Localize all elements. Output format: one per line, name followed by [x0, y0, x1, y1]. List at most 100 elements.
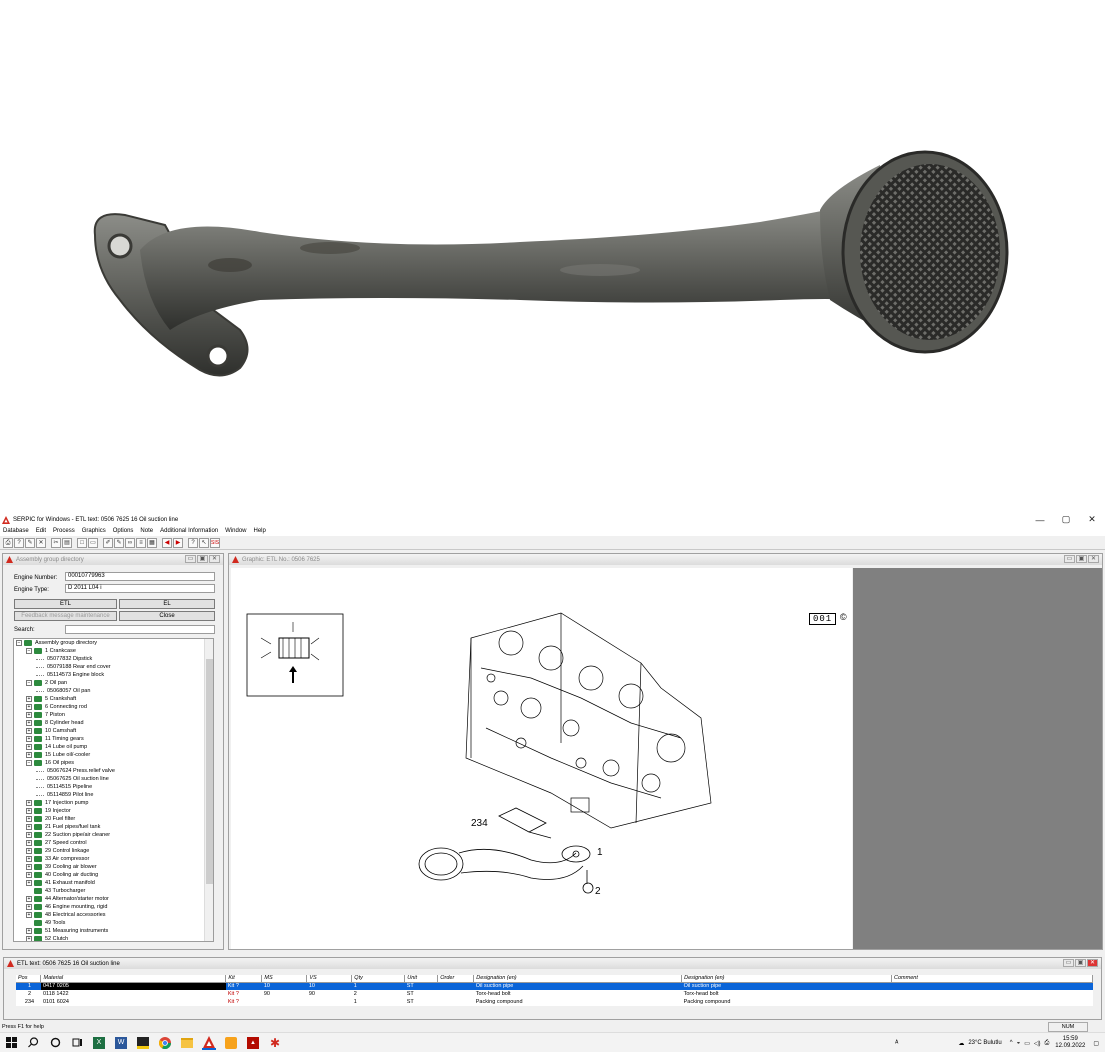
expand-icon[interactable]: +	[26, 936, 32, 941]
chrome-icon[interactable]	[158, 1036, 172, 1050]
tree-item[interactable]: − Assembly group directory	[14, 639, 213, 647]
tree-item[interactable]: − 16 Oil pipes	[14, 759, 213, 767]
menu-additional-information[interactable]: Additional Information	[160, 528, 218, 534]
context-help-icon[interactable]: ↖	[199, 537, 209, 548]
expand-icon[interactable]: +	[26, 816, 32, 822]
menu-window[interactable]: Window	[225, 528, 246, 534]
tree-item[interactable]: − 2 Oil pan	[14, 679, 213, 687]
expand-icon[interactable]: +	[26, 704, 32, 710]
menu-options[interactable]: Options	[113, 528, 134, 534]
expand-icon[interactable]: +	[26, 752, 32, 758]
volume-icon[interactable]: ◁)	[1034, 1040, 1041, 1047]
tree-item[interactable]: 05114573 Engine block	[14, 671, 213, 679]
tree-item[interactable]: +52 Clutch	[14, 935, 213, 941]
etl-button[interactable]: ETL	[14, 599, 117, 609]
pen-workspace-icon[interactable]: ᴬ	[895, 1040, 898, 1047]
minimize-button[interactable]: —	[1027, 513, 1053, 526]
tree-item[interactable]: 05079188 Rear end cover	[14, 663, 213, 671]
cortana-icon[interactable]	[48, 1036, 62, 1050]
panel-minimize-button[interactable]: ▭	[185, 555, 196, 563]
help-icon[interactable]: ?	[188, 537, 198, 548]
tree-item[interactable]: +11 Timing gears	[14, 735, 213, 743]
close-panel-button[interactable]: Close	[119, 611, 215, 621]
table-row[interactable]: 2 0118 1422 Kit ? 90 90 2 ST Torx-head b…	[16, 990, 1093, 998]
tree-item[interactable]: +5 Crankshaft	[14, 695, 213, 703]
expand-icon[interactable]: +	[26, 912, 32, 918]
expand-icon[interactable]: +	[26, 928, 32, 934]
arrow-left-icon[interactable]: ◀	[162, 537, 172, 548]
arrow-right-icon[interactable]: ▶	[173, 537, 183, 548]
engine-type-field[interactable]: D 2011 L04 i	[65, 584, 215, 593]
col-qty[interactable]: Qty	[351, 975, 406, 983]
tree-item[interactable]: +33 Air compressor	[14, 855, 213, 863]
tree-item[interactable]: +39 Cooling air blower	[14, 863, 213, 871]
col-pos[interactable]: Pos	[16, 975, 42, 983]
tree-item[interactable]: +20 Fuel filter	[14, 815, 213, 823]
start-icon[interactable]	[4, 1036, 18, 1050]
tree-item[interactable]: +40 Cooling air ducting	[14, 871, 213, 879]
col-unit[interactable]: Unit	[404, 975, 439, 983]
col-comment[interactable]: Comment	[891, 975, 1093, 983]
print-icon[interactable]: ⎙	[3, 537, 13, 548]
graphic-restore-button[interactable]: ▣	[1076, 555, 1087, 563]
expand-icon[interactable]: +	[26, 800, 32, 806]
col-designation-2[interactable]: Designation (en)	[681, 975, 893, 983]
feedback-message-button[interactable]: Feedback message maintenance	[14, 611, 117, 621]
tool-icon[interactable]: ✎	[25, 537, 35, 548]
pen-icon[interactable]: ✐	[103, 537, 113, 548]
tree-item[interactable]: 05077832 Dipstick	[14, 655, 213, 663]
cut-icon[interactable]: ✕	[36, 537, 46, 548]
tree-item[interactable]: +44 Alternator/starter motor	[14, 895, 213, 903]
tree-item[interactable]: +6 Connecting rod	[14, 703, 213, 711]
menu-note[interactable]: Note	[140, 528, 153, 534]
tree-item[interactable]: +7 Piston	[14, 711, 213, 719]
expand-icon[interactable]: +	[26, 848, 32, 854]
engine-number-field[interactable]: 00010779963	[65, 572, 215, 581]
tree-item[interactable]: +15 Lube oil/-cooler	[14, 751, 213, 759]
new-document-icon[interactable]: □	[77, 537, 87, 548]
col-material[interactable]: Material	[40, 975, 227, 983]
find-icon[interactable]: ?	[14, 537, 24, 548]
mail-app-icon[interactable]	[224, 1036, 238, 1050]
serpic-taskbar-icon[interactable]	[202, 1035, 216, 1050]
tree-item[interactable]: 05067624 Press.relief valve	[14, 767, 213, 775]
expand-icon[interactable]: +	[26, 712, 32, 718]
tree-item[interactable]: 05067625 Oil suction line	[14, 775, 213, 783]
menu-help[interactable]: Help	[254, 528, 266, 534]
collapse-icon[interactable]: −	[16, 640, 22, 646]
grid-icon[interactable]: ▦	[147, 537, 157, 548]
tree-item[interactable]: +27 Speed control	[14, 839, 213, 847]
scissors-icon[interactable]: ✂	[51, 537, 61, 548]
maximize-button[interactable]: ▢	[1053, 513, 1079, 526]
tree-item[interactable]: +29 Control linkage	[14, 847, 213, 855]
edit-icon[interactable]: ✎	[114, 537, 124, 548]
tree-item[interactable]: +10 Camshaft	[14, 727, 213, 735]
red-star-app-icon[interactable]: ✱	[268, 1036, 282, 1050]
tree-item[interactable]: +19 Injector	[14, 807, 213, 815]
etl-close-button[interactable]: ✕	[1087, 959, 1098, 967]
pdf-reader-icon[interactable]: ▲	[246, 1036, 260, 1050]
link-icon[interactable]: ∞	[125, 537, 135, 548]
collapse-icon[interactable]: −	[26, 760, 32, 766]
tree-item[interactable]: − 1 Crankcase	[14, 647, 213, 655]
expand-icon[interactable]: +	[26, 736, 32, 742]
expand-icon[interactable]: +	[26, 720, 32, 726]
assembly-tree[interactable]: − Assembly group directory −1 Crankcase 050…	[13, 638, 214, 942]
close-button[interactable]: ✕	[1079, 513, 1105, 526]
expand-icon[interactable]: +	[26, 904, 32, 910]
language-icon[interactable]: ⎙	[1044, 1040, 1049, 1047]
printer-icon[interactable]: ▤	[62, 537, 72, 548]
graphic-minimize-button[interactable]: ▭	[1064, 555, 1075, 563]
tree-item[interactable]: +21 Fuel pipes/fuel tank	[14, 823, 213, 831]
tree-item[interactable]: +48 Electrical accessories	[14, 911, 213, 919]
tree-item[interactable]: +41 Exhaust manifold	[14, 879, 213, 887]
tree-item[interactable]: +46 Engine mounting, rigid	[14, 903, 213, 911]
table-row[interactable]: 1 0417 0205 Kit ? 10 10 1 ST Oil suction…	[16, 982, 1093, 990]
menu-edit[interactable]: Edit	[36, 528, 46, 534]
notes-icon[interactable]	[136, 1036, 150, 1050]
expand-icon[interactable]: +	[26, 896, 32, 902]
col-order[interactable]: Order	[437, 975, 475, 983]
expand-icon[interactable]: +	[26, 856, 32, 862]
col-ms[interactable]: MS	[261, 975, 308, 983]
tree-item[interactable]: +8 Cylinder head	[14, 719, 213, 727]
